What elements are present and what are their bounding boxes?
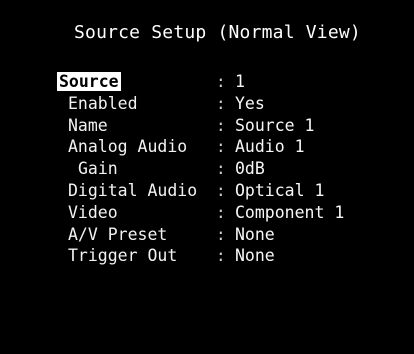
separator: : bbox=[216, 115, 226, 135]
menu-row-name[interactable]: Name : Source 1 bbox=[58, 115, 314, 137]
menu-label-gain: Gain bbox=[78, 159, 118, 179]
menu-label-av-preset: A/V Preset bbox=[68, 224, 168, 244]
menu-row-gain[interactable]: Gain : 0dB bbox=[58, 158, 265, 180]
menu-row-enabled[interactable]: Enabled : Yes bbox=[58, 93, 265, 115]
separator: : bbox=[216, 137, 226, 157]
separator: : bbox=[216, 93, 226, 113]
separator: : bbox=[216, 159, 226, 179]
separator: : bbox=[216, 180, 226, 200]
menu-label-video: Video bbox=[68, 202, 118, 222]
menu-row-av-preset[interactable]: A/V Preset : None bbox=[58, 224, 275, 246]
menu-value-video: Component 1 bbox=[235, 202, 345, 222]
menu-row-trigger-out[interactable]: Trigger Out : None bbox=[58, 245, 275, 267]
menu-row-analog-audio[interactable]: Analog Audio : Audio 1 bbox=[58, 136, 305, 158]
separator: : bbox=[216, 224, 226, 244]
menu-row-source[interactable]: Source : 1 bbox=[57, 71, 245, 93]
menu-value-enabled: Yes bbox=[235, 93, 265, 113]
page-title: Source Setup (Normal View) bbox=[74, 22, 361, 43]
separator: : bbox=[216, 72, 226, 91]
menu-label-digital-audio: Digital Audio bbox=[68, 180, 198, 200]
separator: : bbox=[216, 246, 226, 266]
menu-label-enabled: Enabled bbox=[68, 93, 138, 113]
menu-value-av-preset: None bbox=[235, 224, 275, 244]
menu-value-source: 1 bbox=[235, 72, 245, 91]
menu-label-trigger-out: Trigger Out bbox=[68, 246, 178, 266]
settings-menu: Source : 1 Enabled : Yes Name : Source 1… bbox=[57, 71, 344, 267]
menu-value-analog-audio: Audio 1 bbox=[235, 137, 305, 157]
menu-row-digital-audio[interactable]: Digital Audio : Optical 1 bbox=[58, 180, 324, 202]
menu-label-name: Name bbox=[68, 115, 108, 135]
menu-value-digital-audio: Optical 1 bbox=[235, 180, 325, 200]
menu-label-source: Source bbox=[57, 72, 121, 91]
separator: : bbox=[216, 202, 226, 222]
menu-value-trigger-out: None bbox=[235, 246, 275, 266]
menu-value-name: Source 1 bbox=[235, 115, 315, 135]
menu-row-video[interactable]: Video : Component 1 bbox=[58, 202, 344, 224]
osd-screen: Source Setup (Normal View) Source : 1 En… bbox=[0, 0, 414, 306]
menu-value-gain: 0dB bbox=[235, 159, 265, 179]
menu-label-analog-audio: Analog Audio bbox=[68, 137, 188, 157]
